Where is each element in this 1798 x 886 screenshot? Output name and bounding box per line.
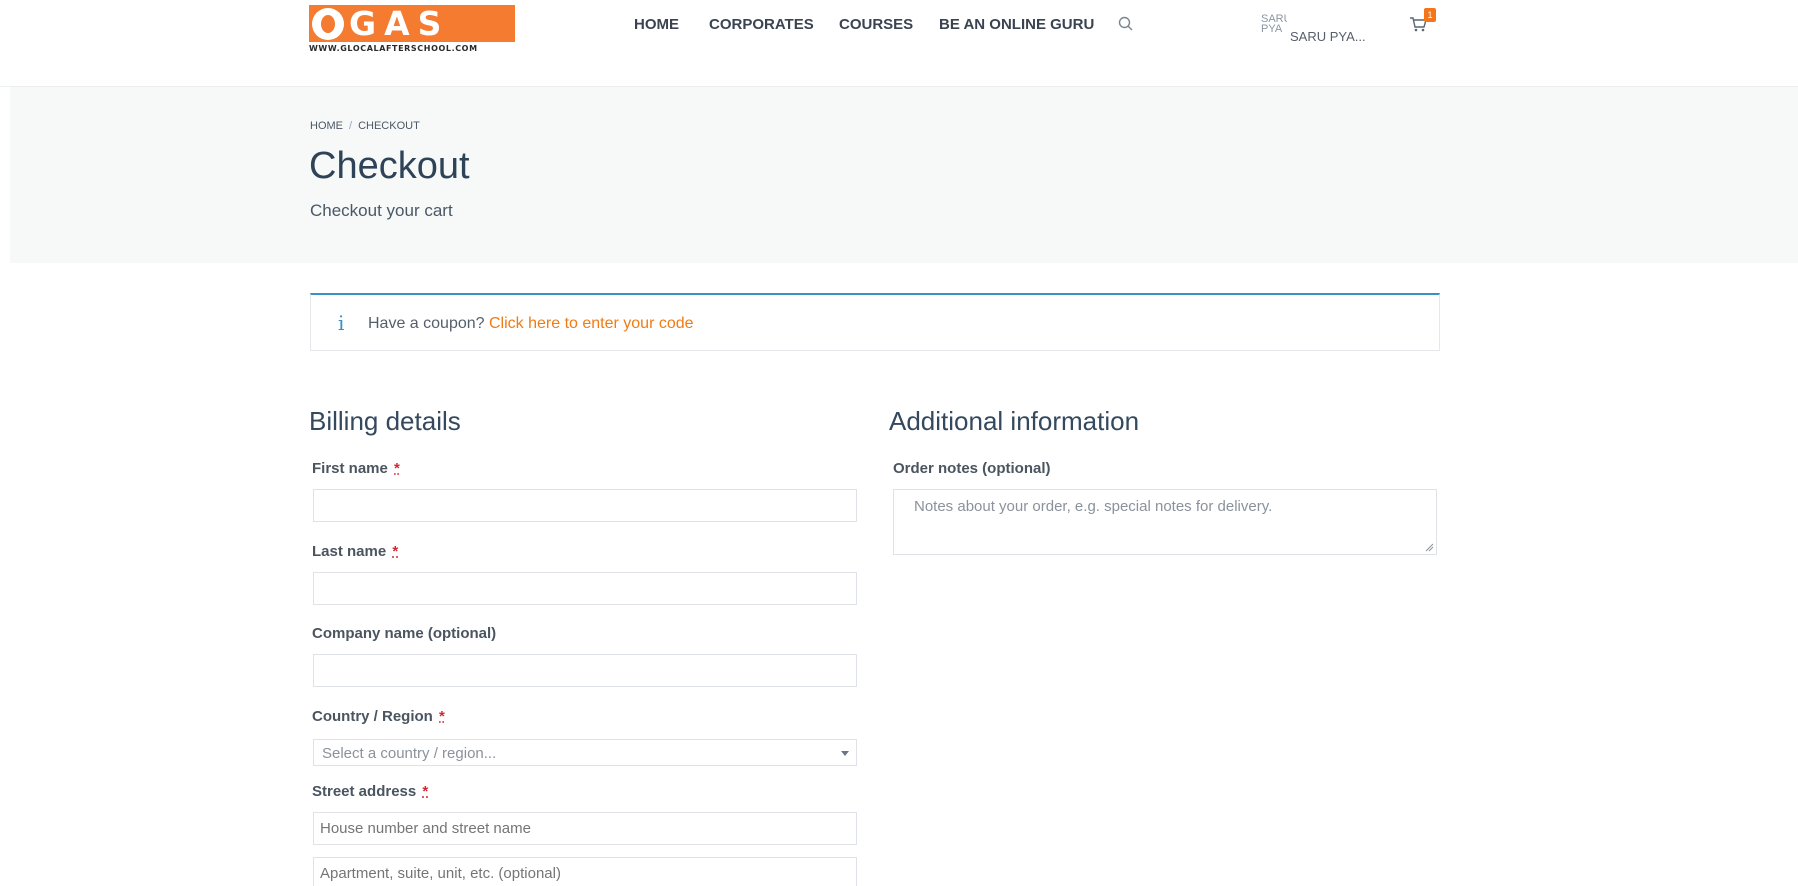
required-mark: * — [422, 783, 429, 800]
first-name-field[interactable] — [313, 489, 857, 522]
nav-item-online-guru[interactable]: BE AN ONLINE GURU — [939, 15, 1094, 35]
coupon-text: Have a coupon? Click here to enter your … — [368, 315, 694, 333]
cart-count-badge: 1 — [1424, 8, 1436, 22]
country-select[interactable]: Select a country / region... — [313, 739, 857, 766]
billing-details-title: Billing details — [309, 406, 461, 436]
required-mark: * — [392, 543, 399, 560]
country-label-text: Country / Region — [312, 708, 433, 725]
breadcrumb: HOME / CHECKOUT — [310, 120, 420, 132]
nav-item-home[interactable]: HOME — [634, 15, 679, 35]
first-name-label: First name * — [312, 460, 400, 477]
country-label: Country / Region * — [312, 708, 445, 725]
info-icon: i — [338, 311, 345, 335]
site-logo[interactable]: GAS WWW.GLOCALAFTERSCHOOL.COM — [309, 5, 515, 53]
nav-item-courses[interactable]: COURSES — [839, 15, 913, 35]
breadcrumb-home[interactable]: HOME — [310, 120, 343, 132]
flame-icon — [312, 8, 344, 40]
page-header-band — [10, 87, 1798, 263]
first-name-label-text: First name — [312, 460, 388, 477]
page-subtitle: Checkout your cart — [310, 201, 453, 220]
street-address-field[interactable] — [313, 812, 857, 845]
order-notes-textarea[interactable]: Notes about your order, e.g. special not… — [893, 489, 1437, 555]
logo-text: GAS — [349, 4, 450, 43]
required-mark: * — [439, 708, 445, 725]
breadcrumb-current: CHECKOUT — [358, 120, 420, 132]
page-title: Checkout — [309, 145, 470, 187]
required-mark: * — [394, 460, 400, 477]
last-name-label: Last name * — [312, 543, 398, 560]
coupon-link[interactable]: Click here to enter your code — [489, 315, 694, 332]
coupon-notice: i Have a coupon? Click here to enter you… — [310, 293, 1440, 351]
avatar[interactable]: SARU PYA — [1261, 14, 1287, 56]
logo-url: WWW.GLOCALAFTERSCHOOL.COM — [309, 44, 478, 53]
last-name-field[interactable] — [313, 572, 857, 605]
search-icon[interactable] — [1117, 15, 1135, 33]
company-name-label: Company name (optional) — [312, 625, 497, 642]
breadcrumb-separator: / — [349, 120, 353, 132]
site-header: GAS WWW.GLOCALAFTERSCHOOL.COM HOME CORPO… — [0, 0, 1798, 87]
order-notes-placeholder: Notes about your order, e.g. special not… — [914, 498, 1273, 515]
additional-info-title: Additional information — [889, 406, 1140, 436]
company-name-field[interactable] — [313, 654, 857, 687]
street-address-label-text: Street address — [312, 783, 417, 800]
user-name[interactable]: SARU PYA... — [1290, 29, 1366, 44]
nav-item-corporates[interactable]: CORPORATES — [709, 15, 814, 35]
logo-badge: GAS — [309, 5, 515, 42]
apartment-field[interactable] — [313, 857, 857, 886]
country-select-value: Select a country / region... — [322, 745, 497, 762]
resize-handle-icon[interactable] — [1424, 542, 1434, 552]
coupon-prompt: Have a coupon? — [368, 315, 485, 332]
order-notes-label: Order notes (optional) — [893, 460, 1051, 477]
last-name-label-text: Last name — [312, 543, 387, 560]
street-address-label: Street address * — [312, 783, 428, 800]
chevron-down-icon — [841, 751, 849, 756]
